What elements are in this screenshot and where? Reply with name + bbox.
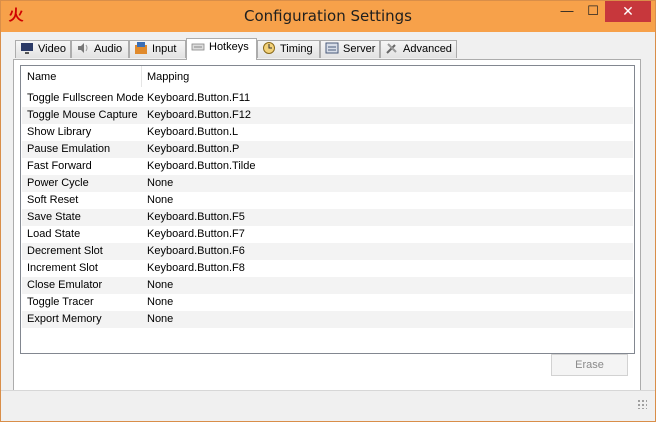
hotkey-name: Increment Slot: [27, 262, 98, 274]
list-header: Name Mapping: [21, 66, 634, 88]
list-item[interactable]: Load State Keyboard.Button.F7: [22, 226, 633, 243]
hotkey-name: Toggle Fullscreen Mode: [27, 92, 144, 104]
hotkey-mapping: None: [147, 177, 174, 189]
hotkey-mapping: Keyboard.Button.F7: [147, 228, 245, 240]
hotkey-name: Pause Emulation: [27, 143, 111, 155]
hotkeys-panel: Name Mapping Toggle Fullscreen Mode Keybo…: [13, 59, 641, 402]
hotkey-mapping: Keyboard.Button.P: [147, 143, 240, 155]
column-header-mapping[interactable]: Mapping: [147, 71, 189, 83]
list-rows: Toggle Fullscreen Mode Keyboard.Button.F1…: [22, 90, 633, 328]
hotkey-mapping: Keyboard.Button.Tilde: [147, 160, 256, 172]
list-item[interactable]: Toggle Fullscreen Mode Keyboard.Button.F1…: [22, 90, 633, 107]
maximize-button[interactable]: ☐: [580, 1, 606, 22]
hotkey-name: Save State: [27, 211, 81, 223]
hotkey-mapping: None: [147, 296, 174, 308]
hotkey-mapping: Keyboard.Button.F5: [147, 211, 245, 223]
list-item[interactable]: Toggle Mouse Capture Keyboard.Button.F12: [22, 107, 633, 124]
hotkey-mapping: None: [147, 279, 174, 291]
tab-label: Timing: [280, 43, 313, 55]
list-item[interactable]: Pause Emulation Keyboard.Button.P: [22, 141, 633, 158]
server-icon: [325, 42, 339, 54]
hotkey-mapping: Keyboard.Button.F8: [147, 262, 245, 274]
list-item[interactable]: Export Memory None: [22, 311, 633, 328]
hotkey-mapping: Keyboard.Button.F6: [147, 245, 245, 257]
list-item[interactable]: Show Library Keyboard.Button.L: [22, 124, 633, 141]
input-icon: [135, 42, 147, 54]
dialog-client-area: Video Audio Input Hotkeys Timing Server …: [8, 32, 648, 415]
tab-timing[interactable]: Timing: [257, 40, 320, 58]
tab-advanced[interactable]: Advanced: [380, 40, 457, 58]
erase-button[interactable]: Erase: [551, 354, 628, 376]
hotkey-name: Export Memory: [27, 313, 102, 325]
hotkey-mapping: None: [147, 194, 174, 206]
hotkey-name: Toggle Mouse Capture: [27, 109, 138, 121]
tab-label: Audio: [94, 43, 123, 55]
list-item[interactable]: Decrement Slot Keyboard.Button.F6: [22, 243, 633, 260]
hotkey-name: Power Cycle: [27, 177, 89, 189]
list-item[interactable]: Increment Slot Keyboard.Button.F8: [22, 260, 633, 277]
column-header-name[interactable]: Name: [27, 71, 56, 83]
column-divider[interactable]: [141, 66, 142, 87]
list-item[interactable]: Soft Reset None: [22, 192, 633, 209]
list-item[interactable]: Close Emulator None: [22, 277, 633, 294]
list-item[interactable]: Save State Keyboard.Button.F5: [22, 209, 633, 226]
tab-label: Hotkeys: [209, 41, 249, 53]
hotkey-mapping: None: [147, 313, 174, 325]
tab-video[interactable]: Video: [15, 40, 71, 58]
tab-label: Input: [152, 43, 177, 55]
status-bar: [1, 390, 655, 415]
tab-label: Server: [343, 43, 376, 55]
hotkey-name: Soft Reset: [27, 194, 79, 206]
hotkey-name: Close Emulator: [27, 279, 103, 291]
tab-label: Video: [38, 43, 66, 55]
tab-hotkeys[interactable]: Hotkeys: [186, 38, 257, 60]
list-item[interactable]: Toggle Tracer None: [22, 294, 633, 311]
tab-label: Advanced: [403, 43, 452, 55]
hotkey-name: Toggle Tracer: [27, 296, 94, 308]
hotkey-name: Load State: [27, 228, 81, 240]
configuration-window: 火 Configuration Settings — ☐ ✕ Video Aud…: [0, 0, 656, 422]
tab-audio[interactable]: Audio: [71, 40, 129, 58]
minimize-button[interactable]: —: [554, 1, 580, 22]
keyboard-icon: [191, 43, 205, 51]
tab-input[interactable]: Input: [129, 40, 186, 58]
speaker-icon: [78, 43, 88, 53]
hotkey-mapping: Keyboard.Button.F12: [147, 109, 251, 121]
monitor-icon: [21, 43, 33, 54]
hotkey-name: Show Library: [27, 126, 92, 138]
tools-icon: [386, 43, 397, 54]
hotkey-mapping: Keyboard.Button.L: [147, 126, 239, 138]
hotkey-name: Decrement Slot: [27, 245, 103, 257]
clock-icon: [263, 42, 275, 54]
hotkey-list[interactable]: Name Mapping Toggle Fullscreen Mode Keybo…: [20, 65, 635, 354]
hotkey-name: Fast Forward: [27, 160, 92, 172]
tab-server[interactable]: Server: [320, 40, 380, 58]
resize-grip-icon[interactable]: [637, 399, 647, 409]
list-item[interactable]: Power Cycle None: [22, 175, 633, 192]
title-bar[interactable]: 火 Configuration Settings — ☐ ✕: [1, 1, 655, 32]
close-button[interactable]: ✕: [605, 1, 651, 22]
list-item[interactable]: Fast Forward Keyboard.Button.Tilde: [22, 158, 633, 175]
hotkey-mapping: Keyboard.Button.F11: [147, 92, 251, 104]
